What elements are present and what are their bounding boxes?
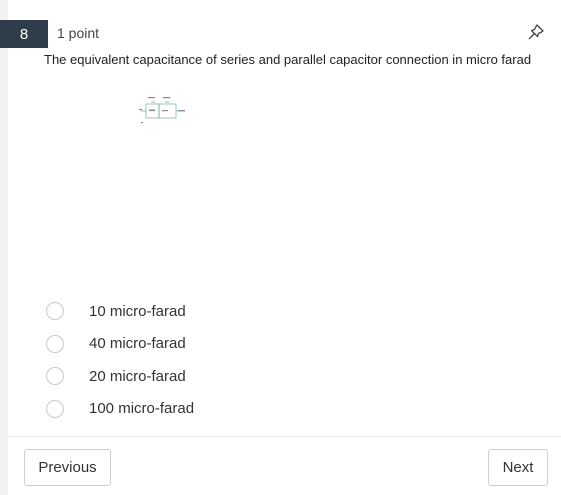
previous-button[interactable]: Previous bbox=[24, 449, 111, 486]
question-points: 1 point bbox=[57, 25, 100, 41]
radio-button[interactable] bbox=[46, 302, 64, 321]
answer-options: 10 micro-farad 40 micro-farad 20 micro-f… bbox=[46, 295, 194, 425]
capacitor-circuit-diagram bbox=[139, 97, 185, 124]
option-label: 40 micro-farad bbox=[89, 335, 186, 353]
option-label: 20 micro-farad bbox=[89, 367, 186, 385]
option-label: 100 micro-farad bbox=[89, 400, 195, 418]
option-label: 10 micro-farad bbox=[89, 302, 186, 320]
pin-icon[interactable] bbox=[526, 22, 546, 42]
radio-button[interactable] bbox=[46, 334, 64, 353]
quiz-page: 8 1 point The equivalent capacitance of … bbox=[0, 0, 561, 495]
radio-button[interactable] bbox=[46, 367, 64, 386]
question-number-badge: 8 bbox=[0, 20, 48, 48]
option-100-micro-farad[interactable]: 100 micro-farad bbox=[46, 393, 194, 426]
option-20-micro-farad[interactable]: 20 micro-farad bbox=[46, 360, 194, 393]
next-button[interactable]: Next bbox=[488, 449, 548, 486]
footer-divider bbox=[8, 436, 561, 437]
left-gutter bbox=[0, 0, 8, 495]
option-10-micro-farad[interactable]: 10 micro-farad bbox=[46, 295, 194, 328]
option-40-micro-farad[interactable]: 40 micro-farad bbox=[46, 328, 194, 361]
question-text: The equivalent capacitance of series and… bbox=[44, 52, 532, 67]
radio-button[interactable] bbox=[46, 399, 64, 418]
